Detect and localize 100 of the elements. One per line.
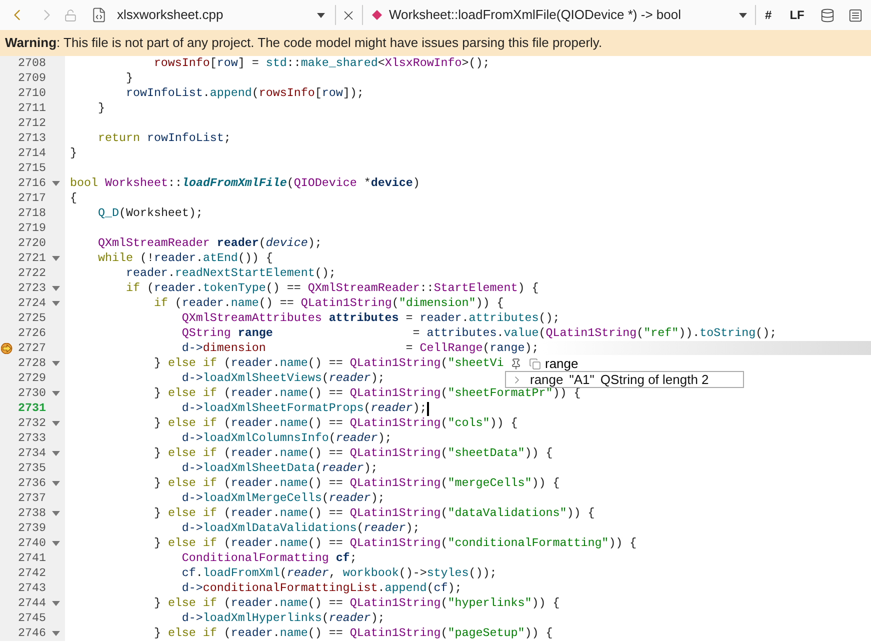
code-line: }	[124, 71, 133, 86]
code-line: } else if (reader.name() == QLatin1String("dataValidations")) {	[152, 506, 595, 521]
warning-text: Warning: This file is not part of any project. The code model might have issues parsing this file properly.	[5, 34, 602, 52]
code-line: QString range = attributes.value(QLatin1String("ref")).toString();	[180, 326, 777, 341]
fold-arrow-icon[interactable]	[52, 301, 60, 306]
code-line: d->loadXmlSheetData(reader);	[180, 461, 378, 476]
fold-arrow-icon[interactable]	[52, 391, 60, 396]
variable-name: range	[530, 371, 564, 388]
unlock-icon[interactable]	[64, 8, 77, 22]
fold-arrow-icon[interactable]	[52, 361, 60, 366]
value-row[interactable]: range "A1" QString of length 2	[505, 371, 744, 388]
line-number: 2738	[17, 504, 46, 522]
variable-value: "A1"	[569, 371, 594, 388]
code-line: }	[96, 101, 105, 116]
line-number: 2727	[17, 340, 46, 357]
line-number: 2734	[17, 444, 46, 462]
file-name[interactable]: xlsxworksheet.cpp	[117, 5, 317, 25]
line-number: 2741	[17, 550, 46, 567]
indent-mark[interactable]: #	[765, 6, 772, 24]
code-line: }	[69, 146, 77, 161]
line-number: 2713	[17, 130, 46, 147]
line-number: 2743	[17, 580, 46, 597]
line-number: 2730	[17, 384, 46, 402]
line-number: 2739	[17, 520, 46, 537]
symbol-name[interactable]: Worksheet::loadFromXmlFile(QIODevice *) -> bool	[389, 5, 739, 25]
line-number: 2723	[17, 280, 46, 297]
code-line: bool Worksheet::loadFromXmlFile(QIODevice *device)	[69, 176, 420, 191]
line-number: 2718	[17, 204, 46, 222]
diamond-icon	[372, 10, 382, 20]
line-number: 2744	[17, 594, 46, 612]
line-number: 2740	[17, 534, 46, 552]
code-line: } else if (reader.name() == QLatin1String("hyperlinks")) {	[152, 596, 560, 611]
fold-arrow-icon[interactable]	[52, 541, 60, 546]
code-line: if (reader.tokenType() == QXmlStreamReader::StartElement) {	[124, 281, 539, 296]
line-number: 2710	[17, 84, 46, 102]
line-number: 2712	[17, 114, 46, 132]
line-number: 2731	[17, 400, 46, 417]
code-line: d->loadXmlMergeCells(reader);	[180, 491, 385, 506]
code-line: QXmlStreamAttributes attributes = reader.attributes();	[180, 311, 560, 326]
line-number: 2721	[17, 250, 46, 267]
fold-arrow-icon[interactable]	[52, 511, 60, 516]
line-number: 2732	[17, 414, 46, 432]
line-number: 2715	[17, 160, 46, 177]
line-number: 2716	[17, 174, 46, 192]
file-dropdown-caret-icon[interactable]	[317, 12, 325, 18]
line-number: 2746	[17, 624, 46, 642]
line-number: 2724	[17, 294, 46, 312]
line-number: 2736	[17, 474, 46, 492]
fold-arrow-icon[interactable]	[52, 421, 60, 426]
fold-arrow-icon[interactable]	[52, 451, 60, 456]
line-number: 2711	[17, 100, 46, 117]
code-line: } else if (reader.name() == QLatin1String("conditionalFormatting")) {	[152, 536, 637, 551]
code-line: } else if (reader.name() == QLatin1String("pageSetup")) {	[152, 626, 553, 641]
line-number: 2709	[17, 70, 46, 87]
fold-arrow-icon[interactable]	[52, 286, 60, 291]
pin-icon[interactable]	[510, 358, 522, 370]
fold-arrow-icon[interactable]	[52, 601, 60, 606]
symbol-dropdown-caret-icon[interactable]	[739, 12, 747, 18]
line-number: 2737	[17, 490, 46, 507]
code-line: cf.loadFromXml(reader, workbook()->styles());	[180, 566, 497, 581]
code-line: ConditionalFormatting cf;	[180, 551, 357, 566]
code-line: Q_D(Worksheet);	[96, 206, 203, 221]
code-line: } else if (reader.name() == QLatin1String("mergeCells")) {	[152, 476, 560, 491]
line-number: 2735	[17, 460, 46, 477]
code-line: while (!reader.atEnd()) {	[96, 251, 273, 266]
copy-icon[interactable]	[529, 358, 541, 370]
code-line: d->dimension = CellRange(range);	[180, 341, 539, 356]
line-number: 2720	[17, 234, 46, 252]
code-line: rowInfoList.append(rowsInfo[row]);	[124, 86, 364, 101]
code-line: QXmlStreamReader reader(device);	[96, 236, 322, 251]
code-line: reader.readNextStartElement();	[124, 266, 336, 281]
line-number: 2708	[17, 54, 46, 72]
code-line: d->conditionalFormattingList.append(cf);	[180, 581, 462, 596]
line-number: 2745	[17, 610, 46, 627]
cpp-file-icon	[91, 7, 107, 23]
code-line: d->loadXmlSheetFormatProps(reader);	[180, 401, 427, 416]
fold-arrow-icon[interactable]	[52, 181, 60, 186]
code-line: } else if (reader.name() == QLatin1String("sheetData")) {	[152, 446, 553, 461]
line-number: 2729	[17, 370, 46, 387]
database-icon[interactable]	[820, 8, 836, 22]
code-line: if (reader.name() == QLatin1String("dimension")) {	[152, 296, 504, 311]
fold-arrow-icon[interactable]	[52, 481, 60, 486]
code-line: d->loadXmlSheetViews(reader);	[180, 371, 385, 386]
document-icon[interactable]	[848, 8, 864, 22]
line-number: 2733	[17, 430, 46, 447]
code-line: d->loadXmlColumnsInfo(reader);	[180, 431, 392, 446]
line-number: 2725	[17, 310, 46, 327]
line-number: 2714	[17, 144, 46, 162]
fold-arrow-icon[interactable]	[52, 631, 60, 636]
code-line: return rowInfoList;	[96, 131, 231, 146]
line-number: 2726	[17, 324, 46, 342]
line-number: 2722	[17, 264, 46, 282]
code-line: rowsInfo[row] = std::make_shared<XlsxRowInfo>();	[152, 56, 490, 71]
code-line: {	[69, 191, 77, 206]
fold-arrow-icon[interactable]	[52, 256, 60, 261]
line-number: 2719	[17, 220, 46, 237]
line-number: 2742	[17, 564, 46, 582]
line-ending[interactable]: LF	[790, 6, 804, 24]
code-line: d->loadXmlDataValidations(reader);	[180, 521, 420, 536]
line-number: 2728	[17, 354, 46, 372]
